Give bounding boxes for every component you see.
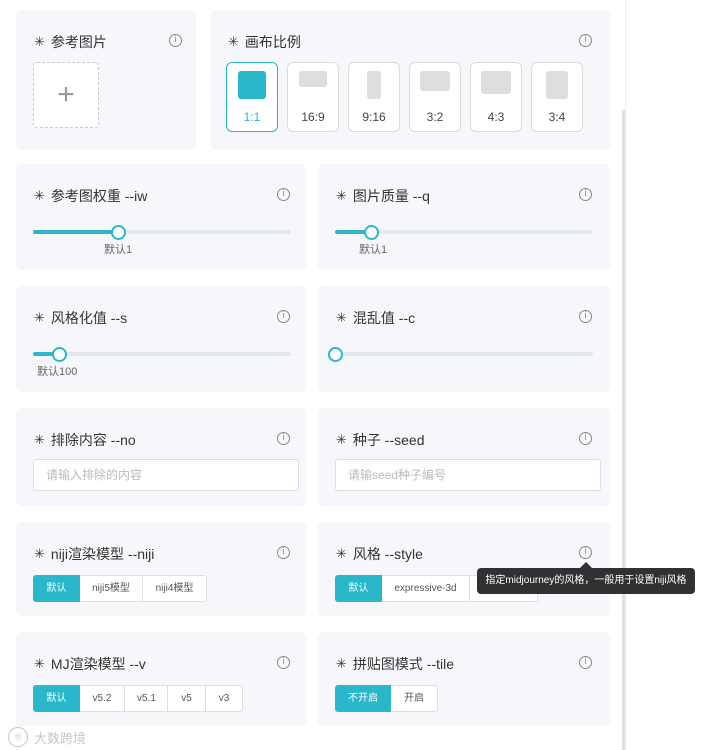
slider-thumb[interactable] <box>52 347 67 362</box>
asterisk-icon: ✳ <box>336 656 347 671</box>
tile-option-off[interactable]: 不开启 <box>335 685 391 712</box>
chaos-slider[interactable] <box>328 347 593 362</box>
tile-segmented: 不开启 开启 <box>335 685 438 712</box>
slider-thumb[interactable] <box>364 225 379 240</box>
style-option-default[interactable]: 默认 <box>335 575 382 602</box>
niji-option-default[interactable]: 默认 <box>33 575 80 602</box>
asterisk-icon: ✳ <box>336 310 347 325</box>
reference-image-card: ✳ 参考图片 i + <box>16 10 196 150</box>
info-icon[interactable]: i <box>579 546 592 559</box>
mj-option-v5-1[interactable]: v5.1 <box>125 685 168 712</box>
asterisk-icon: ✳ <box>336 188 347 203</box>
upload-image-button[interactable]: + <box>33 62 99 128</box>
canvas-ratio-card: ✳ 画布比例 i 1:1 16:9 9:16 3:2 4:3 3:4 <box>210 10 610 150</box>
niji-option-niji4[interactable]: niji4模型 <box>143 575 207 602</box>
seed-card: ✳ 种子 --seed i 请输seed种子编号 <box>318 408 610 506</box>
chaos-title: ✳ 混乱值 --c <box>336 310 416 326</box>
info-icon[interactable]: i <box>579 432 592 445</box>
image-weight-hint: 默认1 <box>104 244 133 256</box>
watermark-text: 大数跨境 <box>34 730 87 746</box>
watermark: ℗ 大数跨境 <box>8 727 86 747</box>
reference-image-title: ✳ 参考图片 <box>34 34 107 50</box>
exclude-content-title: ✳ 排除内容 --no <box>34 432 136 448</box>
mj-model-title: ✳ MJ渲染模型 --v <box>34 656 146 672</box>
ratio-option-3-2[interactable]: 3:2 <box>409 62 461 132</box>
style-option-expressive-3d[interactable]: expressive-3d <box>382 575 470 602</box>
image-weight-card: ✳ 参考图权重 --iw i 默认1 <box>16 164 306 270</box>
info-icon[interactable]: i <box>579 188 592 201</box>
mj-option-v3[interactable]: v3 <box>206 685 243 712</box>
slider-fill <box>33 230 118 234</box>
asterisk-icon: ✳ <box>34 656 45 671</box>
info-icon[interactable]: i <box>579 34 592 47</box>
ratio-option-4-3[interactable]: 4:3 <box>470 62 522 132</box>
asterisk-icon: ✳ <box>336 546 347 561</box>
ratio-option-16-9[interactable]: 16:9 <box>287 62 339 132</box>
ratio-tall-icon <box>367 71 381 99</box>
ratio-option-1-1[interactable]: 1:1 <box>226 62 278 132</box>
asterisk-icon: ✳ <box>34 310 45 325</box>
asterisk-icon: ✳ <box>228 34 239 49</box>
asterisk-icon: ✳ <box>34 188 45 203</box>
style-tooltip: 指定midjourney的风格，一般用于设置niji风格 <box>477 568 695 594</box>
info-icon[interactable]: i <box>277 188 290 201</box>
info-icon[interactable]: i <box>277 656 290 669</box>
right-strip <box>625 0 702 750</box>
niji-option-niji5[interactable]: niji5模型 <box>80 575 143 602</box>
info-icon[interactable]: i <box>277 432 290 445</box>
info-icon[interactable]: i <box>579 310 592 323</box>
mj-option-v5-2[interactable]: v5.2 <box>80 685 125 712</box>
asterisk-icon: ✳ <box>336 432 347 447</box>
quality-card: ✳ 图片质量 --q i 默认1 <box>318 164 610 270</box>
info-icon[interactable]: i <box>277 310 290 323</box>
chaos-card: ✳ 混乱值 --c i <box>318 286 610 392</box>
asterisk-icon: ✳ <box>34 34 45 49</box>
image-weight-slider[interactable] <box>33 225 291 240</box>
stylize-slider[interactable] <box>33 347 291 362</box>
mj-model-segmented: 默认 v5.2 v5.1 v5 v3 <box>33 685 243 712</box>
tile-option-on[interactable]: 开启 <box>391 685 438 712</box>
tile-title: ✳ 拼贴图模式 --tile <box>336 656 455 672</box>
ratio-option-3-4[interactable]: 3:4 <box>531 62 583 132</box>
info-icon[interactable]: i <box>277 546 290 559</box>
mj-model-card: ✳ MJ渲染模型 --v i 默认 v5.2 v5.1 v5 v3 <box>16 632 306 726</box>
image-weight-title: ✳ 参考图权重 --iw <box>34 188 148 204</box>
stylize-hint: 默认100 <box>37 366 78 378</box>
niji-model-title: ✳ niji渲染模型 --niji <box>34 546 155 562</box>
quality-hint: 默认1 <box>359 244 388 256</box>
mj-option-default[interactable]: 默认 <box>33 685 80 712</box>
niji-model-card: ✳ niji渲染模型 --niji i 默认 niji5模型 niji4模型 <box>16 522 306 616</box>
mj-option-v5[interactable]: v5 <box>168 685 206 712</box>
ratio-landscape-icon <box>481 71 511 94</box>
watermark-logo-icon: ℗ <box>8 727 28 747</box>
canvas-ratio-title: ✳ 画布比例 <box>228 34 301 50</box>
scrollbar[interactable] <box>622 110 625 750</box>
seed-title: ✳ 种子 --seed <box>336 432 425 448</box>
info-icon[interactable]: i <box>579 656 592 669</box>
tile-card: ✳ 拼贴图模式 --tile i 不开启 开启 <box>318 632 610 726</box>
exclude-content-input[interactable]: 请输入排除的内容 <box>33 459 299 491</box>
style-title: ✳ 风格 --style <box>336 546 423 562</box>
niji-model-segmented: 默认 niji5模型 niji4模型 <box>33 575 207 602</box>
exclude-content-card: ✳ 排除内容 --no i 请输入排除的内容 <box>16 408 306 506</box>
info-icon[interactable]: i <box>169 34 182 47</box>
asterisk-icon: ✳ <box>34 546 45 561</box>
ratio-wide-icon <box>299 71 327 87</box>
quality-slider[interactable] <box>335 225 593 240</box>
stylize-card: ✳ 风格化值 --s i 默认100 <box>16 286 306 392</box>
seed-input[interactable]: 请输seed种子编号 <box>335 459 601 491</box>
quality-title: ✳ 图片质量 --q <box>336 188 430 204</box>
plus-icon: + <box>57 78 75 111</box>
ratio-option-9-16[interactable]: 9:16 <box>348 62 400 132</box>
asterisk-icon: ✳ <box>34 432 45 447</box>
slider-thumb[interactable] <box>328 347 343 362</box>
stylize-title: ✳ 风格化值 --s <box>34 310 128 326</box>
ratio-portrait-icon <box>546 71 568 99</box>
ratio-landscape-icon <box>420 71 450 91</box>
ratio-square-icon <box>238 71 266 99</box>
slider-thumb[interactable] <box>111 225 126 240</box>
